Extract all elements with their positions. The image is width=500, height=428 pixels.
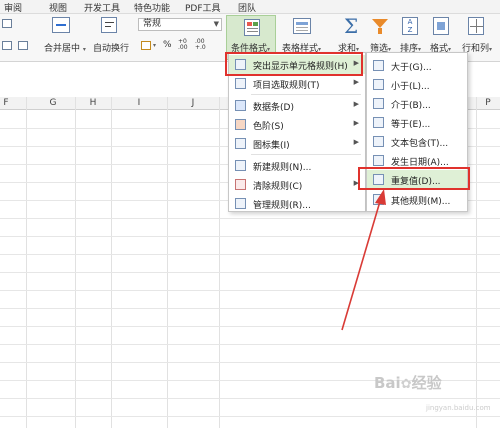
baidu-watermark: Bai✿经验 — [374, 374, 442, 392]
annotation-arrow — [341, 189, 386, 331]
paw-logo-icon: ✿ — [400, 377, 412, 392]
watermark-url: jingyan.baidu.com — [426, 404, 491, 412]
